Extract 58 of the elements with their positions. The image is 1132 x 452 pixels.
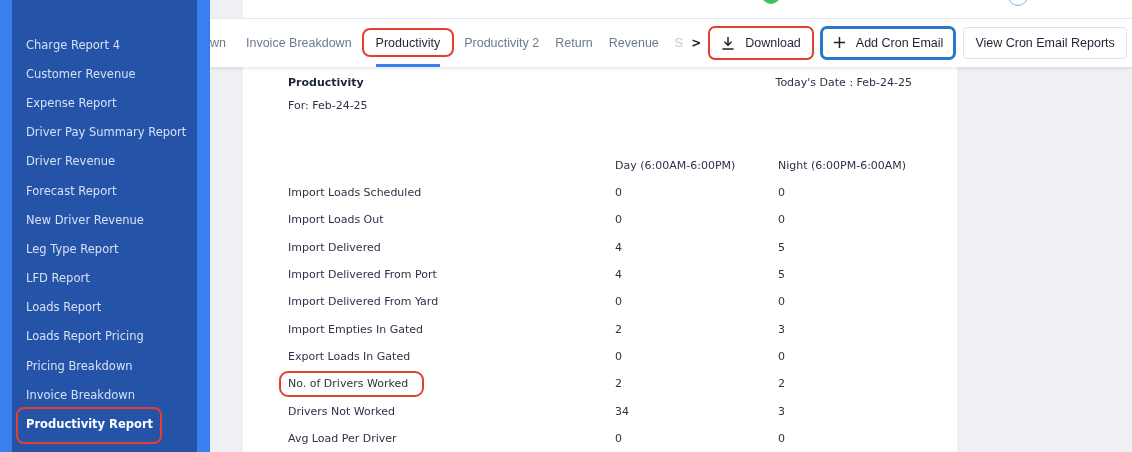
- row-label: Import Delivered: [288, 240, 381, 254]
- sidebar-item[interactable]: Driver Pay Summary Report: [26, 125, 187, 140]
- tab[interactable]: Invoice Breakdown: [246, 18, 352, 67]
- table-cell-text: 0: [615, 430, 623, 447]
- row-label: Import Delivered From Yard: [288, 295, 439, 309]
- sidebar-item[interactable]: Leg Type Report: [26, 241, 119, 256]
- sidebar-item[interactable]: LFD Report: [26, 271, 90, 286]
- tab[interactable]: Productivity 2: [464, 18, 540, 67]
- scroll-right-button[interactable]: >: [691, 35, 702, 50]
- table-cell-text: 0: [778, 348, 786, 365]
- table-cell-text: 0: [778, 294, 786, 311]
- report-title: Productivity: [288, 74, 365, 91]
- tab[interactable]: Revenue: [608, 18, 659, 67]
- row-label: Drivers Not Worked: [288, 404, 396, 418]
- sidebar-item[interactable]: Productivity Report: [26, 417, 154, 432]
- sidebar-item[interactable]: Customer Revenue: [26, 66, 136, 81]
- sidebar-item[interactable]: Driver Revenue: [26, 154, 116, 169]
- row-label: No. of Drivers Worked: [288, 377, 409, 391]
- report-date-range: For: Feb-24-25: [288, 97, 368, 114]
- sidebar-item[interactable]: New Driver Revenue: [26, 212, 144, 227]
- table-cell-text: 0: [778, 185, 786, 202]
- tab[interactable]: wn: [210, 18, 226, 67]
- table-cell-text: 0: [778, 212, 786, 229]
- row-label: Import Loads Out: [288, 213, 384, 227]
- table-cell-text: 34: [615, 403, 630, 420]
- column-header: Night (6:00PM-6:00AM): [778, 157, 908, 174]
- table-cell-text: 0: [615, 348, 623, 365]
- table-cell-text: 5: [778, 239, 786, 256]
- table-cell-text: 5: [778, 267, 786, 284]
- sidebar-item[interactable]: Pricing Breakdown: [26, 358, 133, 373]
- table-cell-text: 3: [778, 321, 786, 338]
- column-header: Day (6:00AM-6:00PM): [615, 157, 737, 174]
- download-icon: [721, 35, 736, 50]
- sidebar-item[interactable]: Forecast Report: [26, 183, 117, 198]
- row-label: Import Loads Scheduled: [288, 186, 422, 200]
- table-cell-text: 2: [778, 376, 786, 393]
- row-label: Export Loads In Gated: [288, 349, 411, 363]
- plus-icon: [832, 36, 846, 50]
- table-cell-text: 0: [615, 294, 623, 311]
- table-cell-text: 2: [615, 321, 623, 338]
- tab[interactable]: Return: [555, 18, 593, 67]
- row-label: Import Delivered From Port: [288, 268, 437, 282]
- sidebar-item[interactable]: Charge Report 4: [26, 37, 121, 52]
- table-cell-text: 0: [615, 212, 623, 229]
- table-cell-text: 4: [615, 239, 623, 256]
- table-cell-text: 0: [778, 430, 786, 447]
- table-cell-text: 4: [615, 267, 623, 284]
- today-date: Today's Date : Feb-24-25: [775, 74, 912, 91]
- table-cell-text: 2: [615, 376, 623, 393]
- row-label: Avg Load Per Driver: [288, 431, 397, 445]
- sidebar-item[interactable]: Expense Report: [26, 95, 117, 110]
- row-label: Import Empties In Gated: [288, 322, 424, 336]
- view-reports-button[interactable]: View Cron Email Reports: [963, 26, 1127, 59]
- sidebar-item[interactable]: Loads Report: [26, 300, 102, 315]
- sidebar-item[interactable]: Invoice Breakdown: [26, 387, 135, 402]
- table-cell-text: 0: [615, 185, 623, 202]
- sidebar-item[interactable]: Loads Report Pricing: [26, 329, 144, 344]
- table-cell-text: 3: [778, 403, 786, 420]
